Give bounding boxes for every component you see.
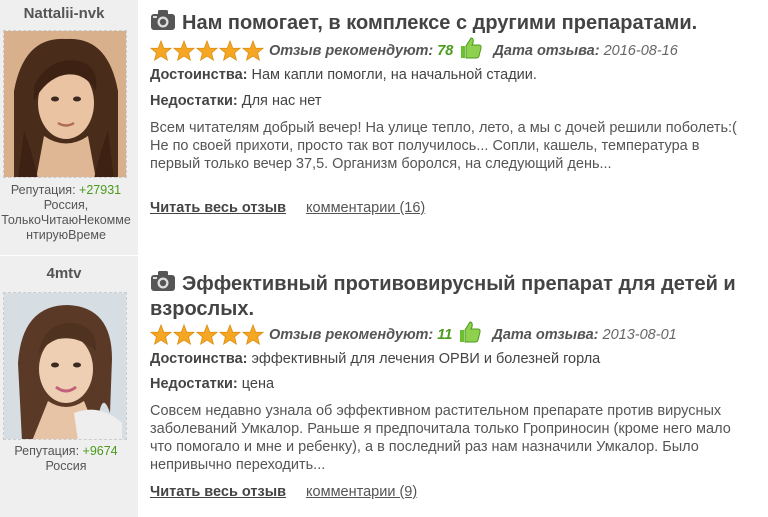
review-2: 4mtv Репутация: +9674 Россия Эффективный… xyxy=(0,256,768,517)
camera-icon xyxy=(151,10,175,30)
cons-label: Недостатки: xyxy=(150,376,238,392)
read-full-review-link[interactable]: Читать весь отзыв xyxy=(150,484,286,500)
review-links: Читать весь отзыв комментарии (9) xyxy=(150,484,417,500)
review-date: 2013-08-01 xyxy=(602,327,677,343)
author-avatar[interactable] xyxy=(3,292,127,440)
star-icon xyxy=(219,324,241,346)
star-icon xyxy=(242,40,264,62)
star-icon xyxy=(196,324,218,346)
recommend-label: Отзыв рекомендуют: xyxy=(269,327,434,343)
pros-label: Достоинства: xyxy=(150,351,248,367)
rating-row: Отзыв рекомендуют: 11 Дата отзыва: 2013-… xyxy=(150,320,677,346)
star-rating xyxy=(150,40,265,62)
comments-link[interactable]: комментарии (16) xyxy=(306,200,425,216)
author-status: ТолькоЧитаюНекомментируюВреме xyxy=(1,213,131,242)
review-title[interactable]: Нам помогает, в комплексе с другими преп… xyxy=(150,9,750,36)
review-1: Nattalii-nvk Репутация: +27931 Россия, Т… xyxy=(0,0,768,255)
author-location: Россия xyxy=(45,459,87,473)
star-rating xyxy=(150,324,265,346)
cons-label: Недостатки: xyxy=(150,93,238,109)
pros-row: Достоинства: эффективный для лечения ОРВ… xyxy=(150,351,600,367)
recommend-count: 11 xyxy=(437,327,453,343)
reputation-label: Репутация: xyxy=(10,183,76,197)
author-meta: Репутация: +9674 Россия xyxy=(0,444,132,474)
recommend-count: 78 xyxy=(437,43,454,59)
rating-row: Отзыв рекомендуют: 78 Дата отзыва: 2016-… xyxy=(150,36,678,62)
date-label: Дата отзыва: xyxy=(493,43,600,59)
recommend-label: Отзыв рекомендуют: xyxy=(269,43,434,59)
star-icon xyxy=(173,324,195,346)
star-icon xyxy=(150,324,172,346)
review-links: Читать весь отзыв комментарии (16) xyxy=(150,200,425,216)
pros-text: Нам капли помогли, на начальной стадии. xyxy=(251,67,537,83)
review-title-text: Нам помогает, в комплексе с другими преп… xyxy=(182,12,698,34)
thumbs-up-icon[interactable] xyxy=(458,320,482,344)
review-date: 2016-08-16 xyxy=(603,43,678,59)
author-location: Россия, xyxy=(43,198,89,212)
camera-icon xyxy=(151,271,175,291)
author-username[interactable]: Nattalii-nvk xyxy=(0,5,128,22)
star-icon xyxy=(219,40,241,62)
review-title-text: Эффективный противовирусный препарат для… xyxy=(150,273,736,320)
review-excerpt: Совсем недавно узнала об эффективном рас… xyxy=(150,403,731,473)
cons-text: Для нас нет xyxy=(241,93,322,109)
reputation-value: +9674 xyxy=(82,444,118,458)
review-title[interactable]: Эффективный противовирусный препарат для… xyxy=(150,270,750,322)
author-username[interactable]: 4mtv xyxy=(0,265,128,282)
pros-text: эффективный для лечения ОРВИ и болезней … xyxy=(251,351,601,367)
author-avatar[interactable] xyxy=(3,30,127,178)
star-icon xyxy=(150,40,172,62)
pros-row: Достоинства: Нам капли помогли, на начал… xyxy=(150,67,537,83)
review-excerpt: Всем читателям добрый вечер! На улице те… xyxy=(150,120,737,172)
star-icon xyxy=(242,324,264,346)
date-label: Дата отзыва: xyxy=(492,327,599,343)
reputation-label: Репутация: xyxy=(14,444,80,458)
star-icon xyxy=(173,40,195,62)
thumbs-up-icon[interactable] xyxy=(459,36,483,60)
star-icon xyxy=(196,40,218,62)
cons-row: Недостатки: цена xyxy=(150,376,274,392)
cons-text: цена xyxy=(241,376,275,392)
comments-link[interactable]: комментарии (9) xyxy=(306,484,417,500)
reputation-value: +27931 xyxy=(79,183,122,197)
cons-row: Недостатки: Для нас нет xyxy=(150,93,322,109)
author-meta: Репутация: +27931 Россия, ТолькоЧитаюНек… xyxy=(0,183,132,243)
read-full-review-link[interactable]: Читать весь отзыв xyxy=(150,200,286,216)
pros-label: Достоинства: xyxy=(150,67,248,83)
